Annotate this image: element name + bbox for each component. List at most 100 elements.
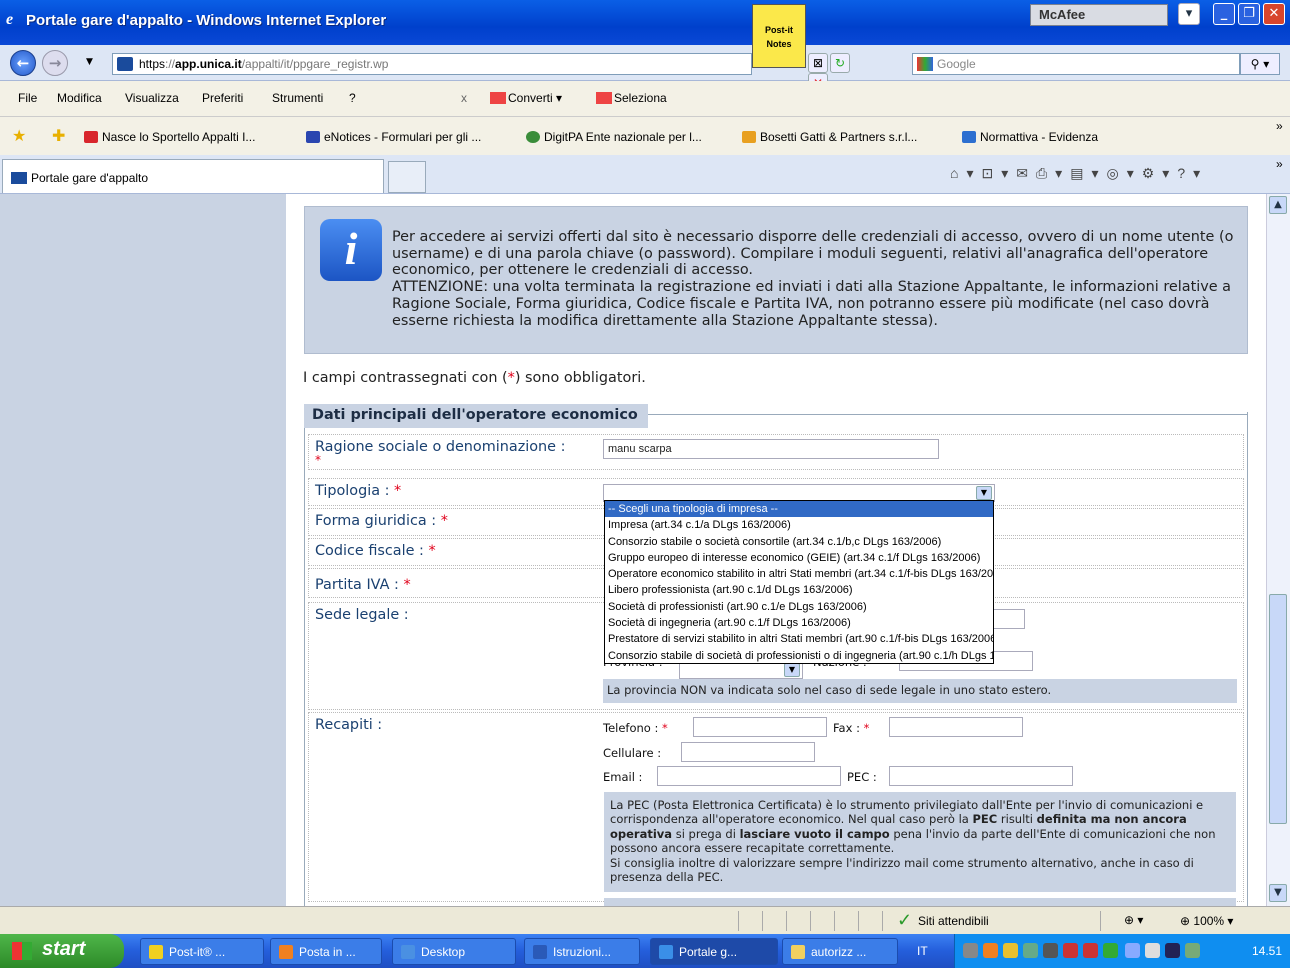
mcafee-dropdown-icon[interactable]: ▾ <box>1178 3 1200 25</box>
help-icon[interactable]: ?▾ <box>1177 165 1208 181</box>
menu-bar: File Modifica Visualizza Preferiti Strum… <box>0 81 1290 117</box>
menu-visualizza[interactable]: Visualizza <box>125 91 179 105</box>
address-bar[interactable]: https://app.unica.it/appalti/it/ppgare_r… <box>112 53 752 75</box>
telefono-input[interactable] <box>693 717 827 737</box>
add-favorite-icon[interactable]: ✚ <box>52 126 65 146</box>
postit-notes-button[interactable]: Post-it Notes <box>752 4 806 68</box>
favorite-item[interactable]: Normattiva - Evidenza <box>962 130 1098 144</box>
history-dropdown-icon[interactable]: ▼ <box>86 57 93 67</box>
start-button[interactable]: start <box>0 934 124 968</box>
cmdbar-overflow-icon[interactable]: » <box>1276 157 1283 171</box>
seleziona-button[interactable]: Seleziona <box>596 91 667 105</box>
tray-icon[interactable] <box>1165 943 1180 958</box>
page-icon[interactable]: ▤▾ <box>1070 165 1106 181</box>
tab-portale[interactable]: Portale gare d'appalto <box>2 159 384 193</box>
tray-icon[interactable] <box>1043 943 1058 958</box>
pec-label: PEC : <box>847 770 877 784</box>
ragione-sociale-input[interactable] <box>603 439 939 459</box>
search-button[interactable]: ⚲ ▾ <box>1240 53 1280 75</box>
row-ragione-sociale: Ragione sociale o denominazione : * <box>308 434 1244 470</box>
task-item[interactable]: Portale g... <box>650 938 778 965</box>
favorite-item[interactable]: Bosetti Gatti & Partners s.r.l... <box>742 130 917 144</box>
maximize-button[interactable]: ❐ <box>1238 3 1260 25</box>
mail-icon[interactable]: ✉ <box>1016 165 1036 181</box>
dropdown-option[interactable]: Prestatore di servizi stabilito in altri… <box>605 631 993 647</box>
forma-label: Forma giuridica : * <box>315 513 448 529</box>
menu-file[interactable]: File <box>18 91 37 105</box>
zoom-level[interactable]: ⊕ 100% ▾ <box>1180 914 1233 928</box>
menu-strumenti[interactable]: Strumenti <box>272 91 323 105</box>
tray-icon[interactable] <box>1003 943 1018 958</box>
fax-input[interactable] <box>889 717 1023 737</box>
dropdown-option[interactable]: Impresa (art.34 c.1/a DLgs 163/2006) <box>605 517 993 533</box>
dropdown-option[interactable]: Libero professionista (art.90 c.1/d DLgs… <box>605 582 993 598</box>
scroll-up-icon[interactable]: ▲ <box>1269 196 1287 214</box>
tray-icon[interactable] <box>1023 943 1038 958</box>
forward-button[interactable]: → <box>42 50 68 76</box>
chevron-down-icon[interactable]: ▼ <box>976 486 992 500</box>
minimize-button[interactable]: _ <box>1213 3 1235 25</box>
task-item[interactable]: Desktop <box>392 938 516 965</box>
refresh-icon[interactable]: ↻ <box>830 53 850 73</box>
favorite-item[interactable]: eNotices - Formulari per gli ... <box>306 130 481 144</box>
scroll-down-icon[interactable]: ▼ <box>1269 884 1287 902</box>
dropdown-option[interactable]: Società di professionisti (art.90 c.1/e … <box>605 599 993 615</box>
safety-icon[interactable]: ◎▾ <box>1106 165 1141 181</box>
dropdown-option[interactable]: Consorzio stabile o società consortile (… <box>605 534 993 550</box>
tray-icon[interactable] <box>1103 943 1118 958</box>
task-item[interactable]: Post-it® ... <box>140 938 264 965</box>
favorite-item[interactable]: DigitPA Ente nazionale per l... <box>526 130 702 144</box>
dropdown-option[interactable]: Gruppo europeo di interesse economico (G… <box>605 550 993 566</box>
close-toolbar-icon[interactable]: x <box>461 91 467 105</box>
tray-icon[interactable] <box>1083 943 1098 958</box>
protected-mode-icon[interactable]: ⊕ ▾ <box>1124 913 1143 927</box>
menu-help[interactable]: ? <box>349 91 356 105</box>
favorites-star-icon[interactable]: ★ <box>12 126 26 146</box>
tipologia-dropdown-list[interactable]: -- Scegli una tipologia di impresa -- Im… <box>604 500 994 664</box>
vertical-scrollbar[interactable]: ▲ ▼ <box>1266 194 1290 906</box>
dropdown-option[interactable]: Consorzio stabile di società di professi… <box>605 648 993 663</box>
chevron-down-icon[interactable]: ▼ <box>784 663 800 677</box>
menu-preferiti[interactable]: Preferiti <box>202 91 243 105</box>
task-item[interactable]: Posta in ... <box>270 938 382 965</box>
pec-input[interactable] <box>889 766 1073 786</box>
mandatory-note-text-end: ) sono obbligatori. <box>514 370 646 386</box>
task-item[interactable]: Istruzioni... <box>524 938 640 965</box>
tools-icon[interactable]: ⚙▾ <box>1142 165 1178 181</box>
security-zone[interactable]: Siti attendibili <box>918 914 989 928</box>
new-tab-button[interactable] <box>388 161 426 193</box>
cellulare-input[interactable] <box>681 742 815 762</box>
task-item[interactable]: autorizz ... <box>782 938 898 965</box>
task-icon <box>149 945 163 959</box>
favorite-item[interactable]: Nasce lo Sportello Appalti I... <box>84 130 255 144</box>
converti-button[interactable]: Converti ▾ <box>490 91 562 105</box>
search-input[interactable]: Google <box>912 53 1240 75</box>
scroll-thumb[interactable] <box>1269 594 1287 824</box>
print-icon[interactable]: ⎙▾ <box>1036 165 1070 181</box>
dropdown-option[interactable]: -- Scegli una tipologia di impresa -- <box>605 501 993 518</box>
task-label: autorizz ... <box>811 945 867 959</box>
tray-icon[interactable] <box>1125 943 1140 958</box>
dropdown-option[interactable]: Società di ingegneria (art.90 c.1/f DLgs… <box>605 615 993 631</box>
compatibility-icon[interactable]: ⊠ <box>808 53 828 73</box>
language-indicator[interactable]: IT <box>917 944 928 958</box>
home-icon[interactable]: ⌂▾ <box>950 165 981 181</box>
favorite-label: Normattiva - Evidenza <box>980 130 1099 144</box>
tray-icon[interactable] <box>1145 943 1160 958</box>
dropdown-option[interactable]: Operatore economico stabilito in altri S… <box>605 566 993 582</box>
email-input[interactable] <box>657 766 841 786</box>
system-tray: IT 14.51 <box>917 934 1290 968</box>
tray-icon[interactable] <box>983 943 998 958</box>
close-button[interactable]: ✕ <box>1263 3 1285 25</box>
task-label: Istruzioni... <box>553 945 612 959</box>
favorites-overflow-icon[interactable]: » <box>1276 119 1283 133</box>
tray-icon[interactable] <box>963 943 978 958</box>
menu-modifica[interactable]: Modifica <box>57 91 102 105</box>
tray-icon[interactable] <box>1185 943 1200 958</box>
info-text: Per accedere ai servizi offerti dal sito… <box>392 229 1234 329</box>
tray-icon[interactable] <box>1063 943 1078 958</box>
back-button[interactable]: ← <box>10 50 36 76</box>
mcafee-button[interactable]: McAfee <box>1030 4 1168 26</box>
task-icon <box>279 945 293 959</box>
feeds-icon[interactable]: ⊡▾ <box>981 165 1016 181</box>
